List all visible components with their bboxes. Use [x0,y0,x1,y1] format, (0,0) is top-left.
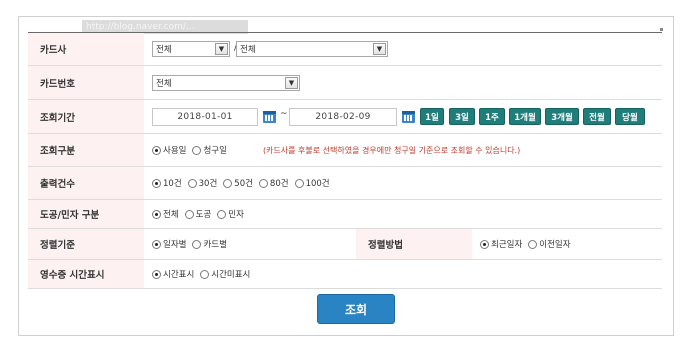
sort-basis-option-by-card[interactable]: 카드별 [192,238,227,250]
receipt-time-value: 시간표시 시간미표시 [144,260,662,288]
card-company-select-2[interactable]: 전체 ▼ [236,41,388,57]
card-company-select-1-value: 전체 [156,45,172,55]
option-label: 10건 [163,179,182,189]
output-count-label: 출력건수 [28,167,144,199]
period-button-last-month[interactable]: 전월 [583,108,611,125]
receipt-time-label: 영수증 시간표시 [28,260,144,288]
radio-icon[interactable] [152,269,161,279]
period-label: 조회기간 [28,100,144,133]
query-type-note: (카드사를 후불로 선택하였을 경우에만 청구일 기준으로 조회할 수 있습니다… [262,145,521,155]
radio-icon[interactable] [528,239,538,249]
query-type-option-billing-date[interactable]: 청구일 [192,144,227,156]
card-company-label: 카드사 [28,33,144,65]
sort-method-option-older[interactable]: 이전일자 [528,238,571,250]
query-type-value: 사용일 청구일 (카드사를 후불로 선택하였을 경우에만 청구일 기준으로 조회… [144,134,662,166]
radio-icon[interactable] [152,145,161,155]
card-company-select-2-value: 전체 [240,45,256,55]
receipt-time-option-hide[interactable]: 시간미표시 [200,268,250,280]
chevron-down-icon: ▼ [373,43,386,55]
row-output-count: 출력건수 10건 30건 50건 80건 100건 [28,167,662,200]
radio-icon[interactable] [152,178,161,188]
option-label: 시간표시 [163,270,195,280]
radio-icon[interactable] [480,239,489,249]
radio-icon[interactable] [223,178,233,188]
output-count-option-30[interactable]: 30건 [187,177,218,189]
output-count-option-80[interactable]: 80건 [258,177,289,189]
option-label: 시간미표시 [211,270,251,280]
period-button-3days[interactable]: 3일 [449,108,475,125]
option-label: 이전일자 [539,240,571,250]
row-sort: 정렬기준 일자별 카드별 정렬방법 최근일자 이전일자 [28,229,662,260]
row-receipt-time: 영수증 시간표시 시간표시 시간미표시 [28,260,662,289]
card-number-label: 카드번호 [28,66,144,99]
row-card-number: 카드번호 전체 ▼ [28,66,662,100]
card-company-select-1[interactable]: 전체 ▼ [152,41,230,57]
card-number-select-value: 전체 [156,79,172,89]
calendar-icon[interactable] [402,111,415,123]
option-label: 전체 [163,210,179,220]
output-count-value: 10건 30건 50건 80건 100건 [144,167,662,199]
sort-basis-option-by-date[interactable]: 일자별 [152,238,186,250]
option-label: 30건 [198,179,218,189]
option-label: 청구일 [203,146,227,156]
calendar-icon[interactable] [263,111,276,123]
query-type-option-use-date[interactable]: 사용일 [152,144,186,156]
row-period: 조회기간 2018-01-01 ~ 2018-02-09 1일 3일 1주 1개… [28,100,662,134]
period-button-1month[interactable]: 1개월 [509,108,541,125]
radio-icon[interactable] [192,145,202,155]
option-label: 100건 [305,179,330,189]
option-label: 민자 [228,210,244,220]
receipt-time-option-show[interactable]: 시간표시 [152,268,194,280]
period-value: 2018-01-01 ~ 2018-02-09 1일 3일 1주 1개월 3개월… [144,100,662,133]
output-count-option-10[interactable]: 10건 [152,177,182,189]
option-label: 50건 [234,179,253,189]
option-label: 일자별 [163,240,187,250]
card-company-value: 전체 ▼ / 전체 ▼ [144,33,662,65]
corner-dot [660,28,663,31]
card-number-value: 전체 ▼ [144,66,662,99]
card-type-option-dogong[interactable]: 도공 [184,208,212,220]
query-type-label: 조회구분 [28,134,144,166]
row-card-type: 도공/민자 구분 전체 도공 민자 [28,200,662,229]
radio-icon[interactable] [258,178,268,188]
period-button-1day[interactable]: 1일 [420,108,444,125]
start-date-input[interactable]: 2018-01-01 [152,108,258,126]
radio-icon[interactable] [217,209,227,219]
radio-icon[interactable] [200,269,210,279]
card-type-option-all[interactable]: 전체 [152,208,179,220]
period-button-1week[interactable]: 1주 [479,108,505,125]
option-label: 최근일자 [491,240,523,250]
radio-icon[interactable] [192,239,202,249]
radio-icon[interactable] [152,209,161,219]
output-count-option-50[interactable]: 50건 [223,177,253,189]
chevron-down-icon: ▼ [215,43,228,55]
option-label: 카드별 [203,240,227,250]
radio-icon[interactable] [294,178,304,188]
option-label: 80건 [269,179,289,189]
option-label: 도공 [195,210,212,220]
card-number-select[interactable]: 전체 ▼ [152,75,300,91]
row-card-company: 카드사 전체 ▼ / 전체 ▼ [28,33,662,66]
end-date-input[interactable]: 2018-02-09 [289,108,397,126]
option-label: 사용일 [163,146,187,156]
sort-method-value: 최근일자 이전일자 [472,229,662,259]
card-type-value: 전체 도공 민자 [144,200,662,228]
radio-icon[interactable] [152,239,161,249]
radio-icon[interactable] [184,209,194,219]
card-type-option-minja[interactable]: 민자 [217,208,244,220]
sort-basis-label: 정렬기준 [28,229,144,259]
output-count-option-100[interactable]: 100건 [294,177,330,189]
period-button-3months[interactable]: 3개월 [545,108,579,125]
sort-method-option-recent[interactable]: 최근일자 [480,238,522,250]
sort-method-label: 정렬방법 [356,229,472,259]
period-tilde: ~ [280,109,288,119]
search-submit-button[interactable]: 조회 [317,294,395,324]
period-button-this-month[interactable]: 당월 [615,108,645,125]
card-type-label: 도공/민자 구분 [28,200,144,228]
row-query-type: 조회구분 사용일 청구일 (카드사를 후불로 선택하였을 경우에만 청구일 기준… [28,134,662,167]
chevron-down-icon: ▼ [285,77,298,89]
radio-icon[interactable] [187,178,197,188]
